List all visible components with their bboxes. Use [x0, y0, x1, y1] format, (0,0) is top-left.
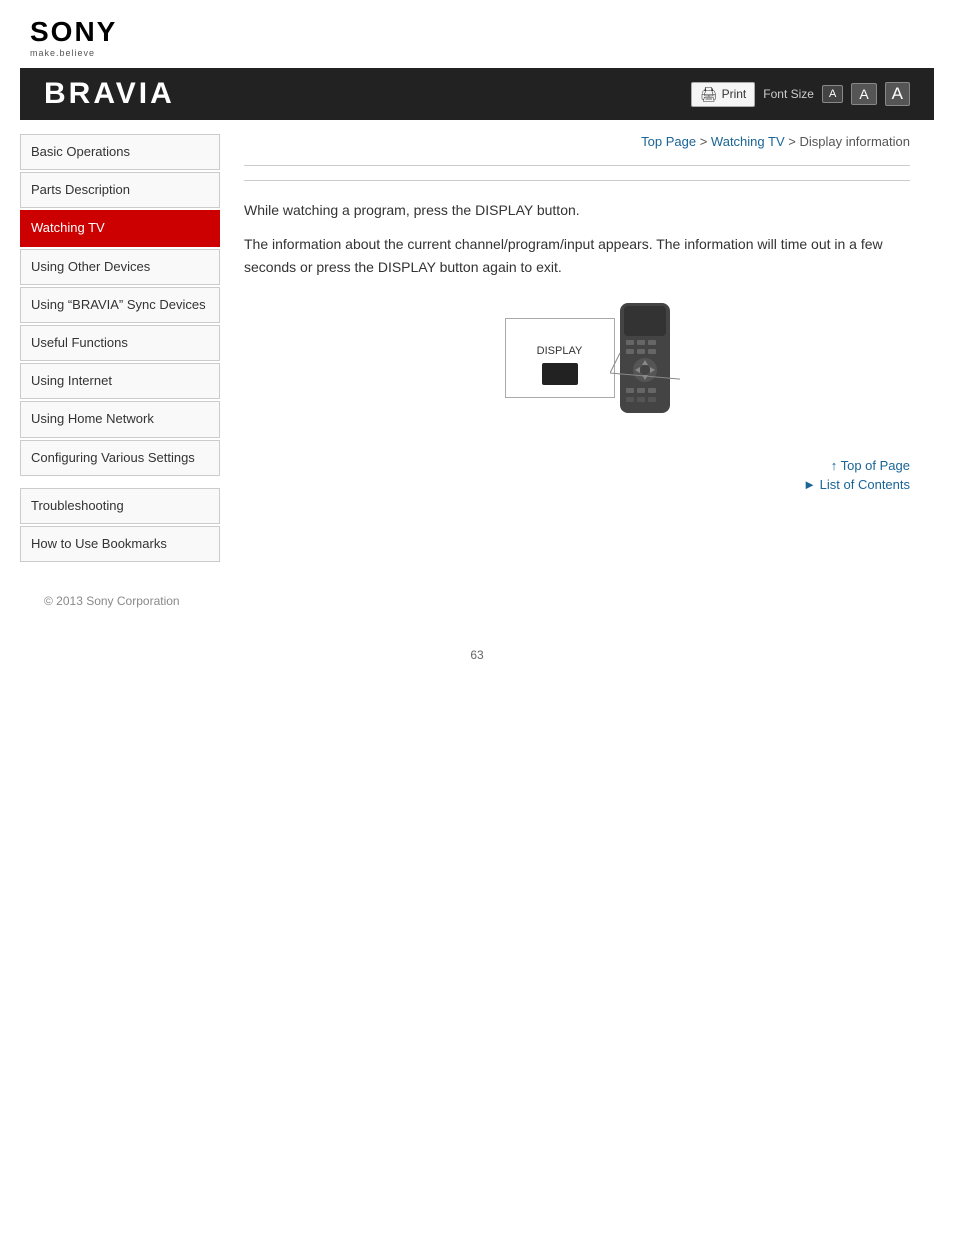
- print-button[interactable]: 🖨 Print: [691, 82, 755, 107]
- font-large-button[interactable]: A: [885, 82, 910, 106]
- breadcrumb-watching-tv[interactable]: Watching TV: [711, 134, 785, 149]
- page-number: 63: [0, 628, 954, 672]
- sidebar-item-using-home-network[interactable]: Using Home Network: [20, 401, 220, 437]
- banner-controls: 🖨 Print Font Size A A A: [691, 82, 910, 107]
- top-divider: [244, 165, 910, 166]
- sidebar-item-using-bravia-sync[interactable]: Using “BRAVIA” Sync Devices: [20, 287, 220, 323]
- font-medium-button[interactable]: A: [851, 83, 876, 105]
- sidebar-divider: [20, 478, 220, 488]
- remote-control-graphic: [610, 298, 680, 418]
- display-illustration: DISPLAY: [274, 298, 910, 418]
- sidebar-item-using-other-devices[interactable]: Using Other Devices: [20, 249, 220, 285]
- sidebar-item-parts-description[interactable]: Parts Description: [20, 172, 220, 208]
- main-layout: Basic Operations Parts Description Watch…: [0, 120, 954, 564]
- breadcrumb: Top Page > Watching TV > Display informa…: [244, 128, 910, 159]
- sidebar-item-watching-tv[interactable]: Watching TV: [20, 210, 220, 246]
- paragraph-2: The information about the current channe…: [244, 233, 910, 278]
- list-of-contents-link[interactable]: ► List of Contents: [244, 477, 910, 492]
- sony-logo: SONY make.believe: [30, 18, 117, 58]
- breadcrumb-current: Display information: [799, 134, 910, 149]
- content-area: Top Page > Watching TV > Display informa…: [220, 128, 934, 564]
- list-of-contents-label: List of Contents: [820, 477, 910, 492]
- breadcrumb-top-page[interactable]: Top Page: [641, 134, 696, 149]
- top-of-page-label: Top of Page: [841, 458, 910, 473]
- arrow-up-icon: ↑: [831, 458, 838, 473]
- sidebar-item-configuring-settings[interactable]: Configuring Various Settings: [20, 440, 220, 476]
- sidebar-item-using-internet[interactable]: Using Internet: [20, 363, 220, 399]
- copyright: © 2013 Sony Corporation: [24, 584, 200, 628]
- breadcrumb-sep2: >: [785, 134, 800, 149]
- sidebar-item-basic-operations[interactable]: Basic Operations: [20, 134, 220, 170]
- second-divider: [244, 180, 910, 181]
- print-icon: 🖨: [700, 86, 718, 103]
- top-banner: BRAVIA 🖨 Print Font Size A A A: [20, 68, 934, 120]
- paragraph-1: While watching a program, press the DISP…: [244, 199, 910, 221]
- sidebar-item-useful-functions[interactable]: Useful Functions: [20, 325, 220, 361]
- font-small-button[interactable]: A: [822, 85, 843, 103]
- print-label: Print: [722, 87, 747, 101]
- sony-tagline: make.believe: [30, 48, 95, 58]
- body-text: While watching a program, press the DISP…: [244, 199, 910, 278]
- font-size-label: Font Size: [763, 87, 814, 101]
- banner-title: BRAVIA: [44, 77, 175, 111]
- display-box: DISPLAY: [505, 318, 615, 398]
- sidebar: Basic Operations Parts Description Watch…: [20, 134, 220, 564]
- logo-area: SONY make.believe: [0, 0, 954, 68]
- sidebar-item-how-to-use[interactable]: How to Use Bookmarks: [20, 526, 220, 562]
- display-button-graphic: [542, 363, 578, 385]
- sidebar-item-troubleshooting[interactable]: Troubleshooting: [20, 488, 220, 524]
- display-label: DISPLAY: [537, 345, 583, 357]
- footer-links: ↑ Top of Page ► List of Contents: [244, 458, 910, 492]
- top-of-page-link[interactable]: ↑ Top of Page: [244, 458, 910, 473]
- arrow-right-icon: ►: [803, 477, 816, 492]
- sony-brand: SONY: [30, 18, 117, 46]
- breadcrumb-sep1: >: [696, 134, 711, 149]
